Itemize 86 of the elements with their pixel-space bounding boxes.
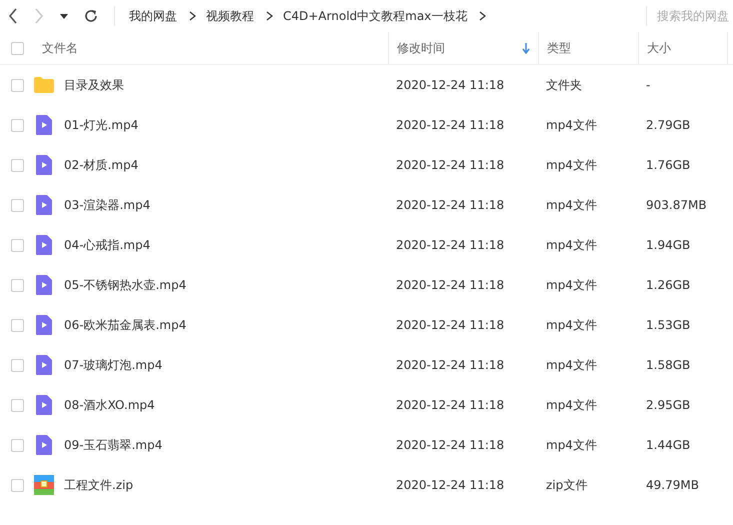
file-type: mp4文件: [546, 438, 597, 452]
video-file-icon: [34, 235, 54, 255]
row-checkbox[interactable]: [10, 198, 24, 212]
video-file-icon: [34, 155, 54, 175]
file-name[interactable]: 04-心戒指.mp4: [64, 236, 150, 254]
file-size: 903.87MB: [646, 198, 707, 212]
row-checkbox[interactable]: [10, 118, 24, 132]
column-header[interactable]: 修改时间: [388, 32, 538, 64]
modified-date: 2020-12-24 11:18: [396, 398, 504, 412]
file-name[interactable]: 09-玉石翡翠.mp4: [64, 436, 162, 454]
row-checkbox[interactable]: [10, 78, 24, 92]
file-name[interactable]: 06-欧米茄金属表.mp4: [64, 316, 186, 334]
row-checkbox[interactable]: [10, 278, 24, 292]
file-type: mp4文件: [546, 278, 597, 292]
row-checkbox[interactable]: [10, 438, 24, 452]
file-name[interactable]: 05-不锈钢热水壶.mp4: [64, 276, 186, 294]
modified-date: 2020-12-24 11:18: [396, 118, 504, 132]
file-type: mp4文件: [546, 398, 597, 412]
file-size: 49.79MB: [646, 478, 699, 492]
modified-date: 2020-12-24 11:18: [396, 318, 504, 332]
chevron-icon: [266, 11, 273, 21]
select-all-checkbox[interactable]: [10, 42, 24, 54]
breadcrumb-item[interactable]: C4D+Arnold中文教程max一枝花: [283, 8, 468, 24]
file-type: mp4文件: [546, 318, 597, 332]
row-checkbox[interactable]: [10, 478, 24, 492]
modified-date: 2020-12-24 11:18: [396, 478, 504, 492]
file-size: 1.53GB: [646, 318, 690, 332]
column-header[interactable]: 文件名: [34, 32, 388, 64]
breadcrumb-item[interactable]: 我的网盘: [129, 8, 177, 24]
column-label: 修改时间: [397, 40, 445, 56]
back-icon[interactable]: [8, 8, 18, 24]
file-size: 2.79GB: [646, 118, 690, 132]
file-type: zip文件: [546, 478, 588, 492]
row-checkbox[interactable]: [10, 358, 24, 372]
file-type: mp4文件: [546, 358, 597, 372]
modified-date: 2020-12-24 11:18: [396, 238, 504, 252]
refresh-icon[interactable]: [84, 9, 98, 23]
file-type: mp4文件: [546, 118, 597, 132]
file-name[interactable]: 07-玻璃灯泡.mp4: [64, 356, 162, 374]
file-name[interactable]: 工程文件.zip: [64, 476, 134, 494]
modified-date: 2020-12-24 11:18: [396, 198, 504, 212]
caret-icon[interactable]: [60, 14, 68, 18]
breadcrumb-item[interactable]: 视频教程: [206, 8, 254, 24]
forward-icon[interactable]: [34, 8, 44, 24]
file-size: 1.58GB: [646, 358, 690, 372]
modified-date: 2020-12-24 11:18: [396, 438, 504, 452]
file-size: 1.94GB: [646, 238, 690, 252]
row-checkbox[interactable]: [10, 318, 24, 332]
file-type: mp4文件: [546, 158, 597, 172]
modified-date: 2020-12-24 11:18: [396, 278, 504, 292]
row-checkbox[interactable]: [10, 238, 24, 252]
column-label: 类型: [547, 40, 571, 56]
row-checkbox[interactable]: [10, 398, 24, 412]
file-size: 1.26GB: [646, 278, 690, 292]
chevron-icon: [479, 11, 486, 21]
file-size: -: [646, 78, 650, 92]
file-size: 1.76GB: [646, 158, 690, 172]
modified-date: 2020-12-24 11:18: [396, 78, 504, 92]
column-header[interactable]: 类型: [538, 32, 638, 64]
chevron-icon: [189, 11, 196, 21]
sort-arrow-icon: [522, 42, 530, 54]
column-label: 文件名: [42, 40, 78, 56]
video-file-icon: [34, 355, 54, 375]
file-type: mp4文件: [546, 198, 597, 212]
modified-date: 2020-12-24 11:18: [396, 358, 504, 372]
file-name[interactable]: 02-材质.mp4: [64, 156, 138, 174]
video-file-icon: [34, 435, 54, 455]
file-type: 文件夹: [546, 78, 582, 92]
folder-icon: [34, 77, 54, 93]
file-name[interactable]: 03-渲染器.mp4: [64, 196, 150, 214]
file-size: 2.95GB: [646, 398, 690, 412]
video-file-icon: [34, 315, 54, 335]
column-header[interactable]: 大小: [638, 32, 728, 64]
archive-file-icon: [34, 475, 54, 495]
modified-date: 2020-12-24 11:18: [396, 158, 504, 172]
video-file-icon: [34, 395, 54, 415]
file-name[interactable]: 目录及效果: [64, 76, 124, 94]
file-name[interactable]: 08-酒水XO.mp4: [64, 396, 155, 414]
video-file-icon: [34, 275, 54, 295]
file-type: mp4文件: [546, 238, 597, 252]
video-file-icon: [34, 195, 54, 215]
file-name[interactable]: 01-灯光.mp4: [64, 116, 138, 134]
file-size: 1.44GB: [646, 438, 690, 452]
video-file-icon: [34, 115, 54, 135]
column-label: 大小: [647, 40, 671, 56]
row-checkbox[interactable]: [10, 158, 24, 172]
